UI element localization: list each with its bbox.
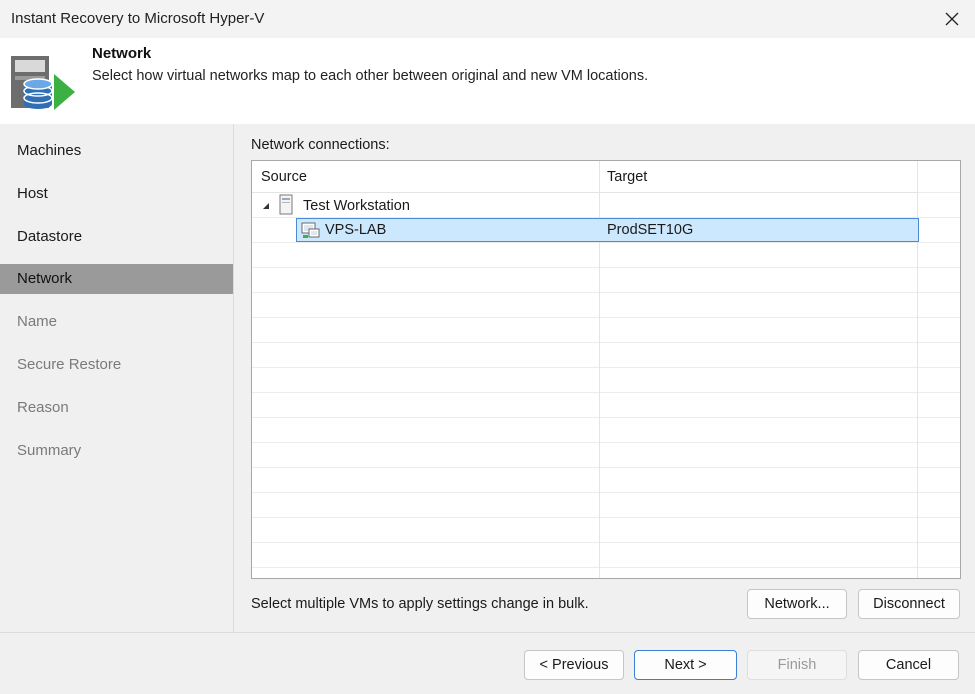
window-title: Instant Recovery to Microsoft Hyper-V xyxy=(11,10,265,27)
close-button[interactable] xyxy=(929,0,975,38)
bulk-hint-text: Select multiple VMs to apply settings ch… xyxy=(251,596,589,612)
nav-item-reason: Reason xyxy=(17,399,69,416)
network-adapter-icon xyxy=(301,222,320,238)
footer-divider xyxy=(0,632,975,633)
header-divider xyxy=(252,192,917,193)
next-button[interactable]: Next > xyxy=(634,650,737,680)
nav-item-secure-restore: Secure Restore xyxy=(17,356,122,373)
network-button[interactable]: Network... xyxy=(747,589,847,619)
nav-item-datastore[interactable]: Datastore xyxy=(0,222,233,252)
step-title: Network xyxy=(92,45,152,62)
target-network-label: ProdSET10G xyxy=(607,222,694,238)
tree-collapse-icon[interactable] xyxy=(261,201,271,211)
disconnect-button[interactable]: Disconnect xyxy=(858,589,960,619)
wizard-steps-sidebar: Machines Host Datastore Network Name Sec… xyxy=(0,124,233,632)
nav-item-name: Name xyxy=(17,313,58,330)
nav-item-summary: Summary xyxy=(17,442,82,459)
sidebar-divider xyxy=(233,124,234,632)
close-icon xyxy=(945,12,959,26)
cancel-button[interactable]: Cancel xyxy=(858,650,959,680)
source-network-label: VPS-LAB xyxy=(325,222,387,238)
nav-item-machines[interactable]: Machines xyxy=(0,136,233,166)
workstation-icon xyxy=(279,194,293,215)
table-row[interactable]: VPS-LAB ProdSET10G xyxy=(296,218,919,242)
column-header-target[interactable]: Target xyxy=(607,169,647,185)
title-bar: Instant Recovery to Microsoft Hyper-V xyxy=(0,0,975,38)
previous-button[interactable]: < Previous xyxy=(524,650,624,680)
step-description: Select how virtual networks map to each … xyxy=(92,68,649,84)
tree-parent-label[interactable]: Test Workstation xyxy=(303,198,410,214)
finish-button: Finish xyxy=(747,650,847,680)
nav-item-host[interactable]: Host xyxy=(0,179,233,209)
network-connections-label: Network connections: xyxy=(251,137,390,153)
network-connections-table[interactable]: Source Target Test Workstation VPS-LAB P… xyxy=(251,160,961,579)
nav-item-network[interactable]: Network xyxy=(0,264,233,294)
wizard-header: Network Select how virtual networks map … xyxy=(0,38,975,124)
wizard-network-icon xyxy=(11,56,75,110)
column-header-source[interactable]: Source xyxy=(261,169,307,185)
